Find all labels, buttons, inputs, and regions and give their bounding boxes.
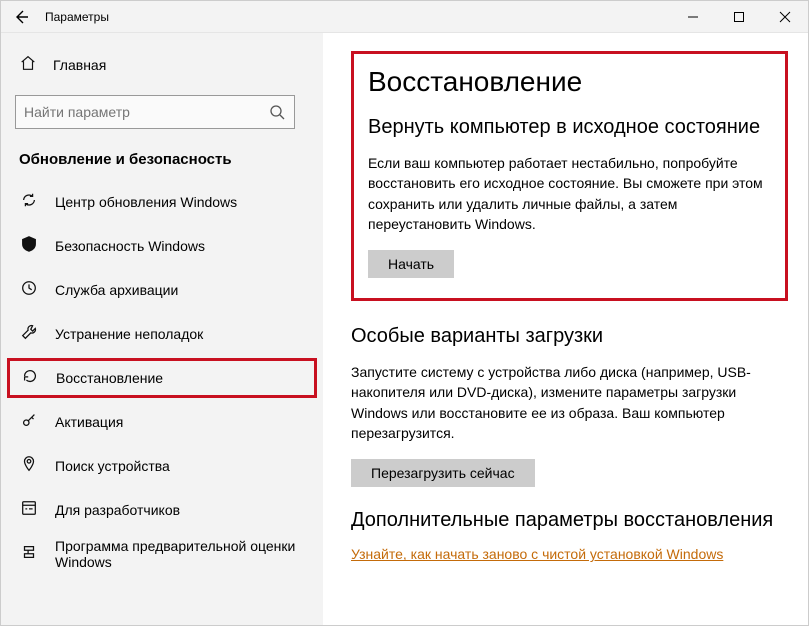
wrench-icon [19, 323, 39, 346]
sidebar-item-label: Поиск устройства [55, 458, 305, 474]
reset-start-button[interactable]: Начать [368, 250, 454, 278]
sidebar-item-label: Восстановление [56, 370, 304, 386]
key-icon [19, 411, 39, 434]
sidebar-home[interactable]: Главная [1, 45, 323, 85]
back-arrow-icon [13, 9, 29, 25]
sidebar-item-label: Центр обновления Windows [55, 194, 305, 210]
sidebar-item-troubleshoot[interactable]: Устранение неполадок [1, 312, 323, 356]
maximize-icon [733, 11, 745, 23]
sidebar-item-label: Программа предварительной оценки Windows [55, 538, 305, 570]
code-icon [19, 499, 39, 522]
advanced-startup-section: Особые варианты загрузки Запустите систе… [351, 325, 788, 489]
shield-icon [19, 235, 39, 258]
window-title: Параметры [41, 10, 109, 24]
sidebar-item-backup[interactable]: Служба архивации [1, 268, 323, 312]
restore-icon [20, 367, 40, 390]
sidebar-item-update[interactable]: Центр обновления Windows [1, 180, 323, 224]
search-input[interactable] [24, 104, 268, 120]
page-title: Восстановление [368, 66, 767, 98]
titlebar: Параметры [1, 1, 808, 33]
sidebar-home-label: Главная [53, 57, 106, 73]
back-button[interactable] [1, 1, 41, 33]
sidebar-item-label: Для разработчиков [55, 502, 305, 518]
sidebar-item-label: Служба архивации [55, 282, 305, 298]
sidebar-nav: Центр обновления Windows Безопасность Wi… [1, 180, 323, 576]
close-button[interactable] [762, 1, 808, 33]
home-icon [19, 54, 37, 76]
close-icon [779, 11, 791, 23]
restart-now-button[interactable]: Перезагрузить сейчас [351, 459, 535, 487]
reset-heading: Вернуть компьютер в исходное состояние [368, 116, 767, 139]
sidebar-item-label: Активация [55, 414, 305, 430]
history-icon [19, 279, 39, 302]
sidebar-item-label: Устранение неполадок [55, 326, 305, 342]
sidebar-section-header: Обновление и безопасность [1, 143, 323, 180]
sidebar-item-activation[interactable]: Активация [1, 400, 323, 444]
sidebar-item-developers[interactable]: Для разработчиков [1, 488, 323, 532]
sync-icon [19, 191, 39, 214]
more-heading: Дополнительные параметры восстановления [351, 509, 788, 532]
location-icon [19, 455, 39, 478]
maximize-button[interactable] [716, 1, 762, 33]
minimize-button[interactable] [670, 1, 716, 33]
minimize-icon [687, 11, 699, 23]
search-box[interactable] [15, 95, 295, 129]
sidebar-item-find-device[interactable]: Поиск устройства [1, 444, 323, 488]
more-recovery-section: Дополнительные параметры восстановления … [351, 509, 788, 562]
sidebar: Главная Обновление и безопасность Центр … [1, 33, 323, 625]
sidebar-item-label: Безопасность Windows [55, 238, 305, 254]
reset-pc-section: Восстановление Вернуть компьютер в исход… [351, 51, 788, 301]
refresh-icon [19, 543, 39, 566]
sidebar-item-recovery[interactable]: Восстановление [7, 358, 317, 398]
advanced-heading: Особые варианты загрузки [351, 325, 788, 348]
fresh-start-link[interactable]: Узнайте, как начать заново с чистой уста… [351, 546, 723, 562]
reset-description: Если ваш компьютер работает нестабильно,… [368, 153, 767, 234]
advanced-description: Запустите систему с устройства либо диск… [351, 362, 781, 443]
sidebar-item-insider[interactable]: Программа предварительной оценки Windows [1, 532, 323, 576]
main-content: Восстановление Вернуть компьютер в исход… [323, 33, 808, 625]
settings-window: Параметры Главная [0, 0, 809, 626]
sidebar-item-security[interactable]: Безопасность Windows [1, 224, 323, 268]
search-icon [268, 103, 286, 121]
